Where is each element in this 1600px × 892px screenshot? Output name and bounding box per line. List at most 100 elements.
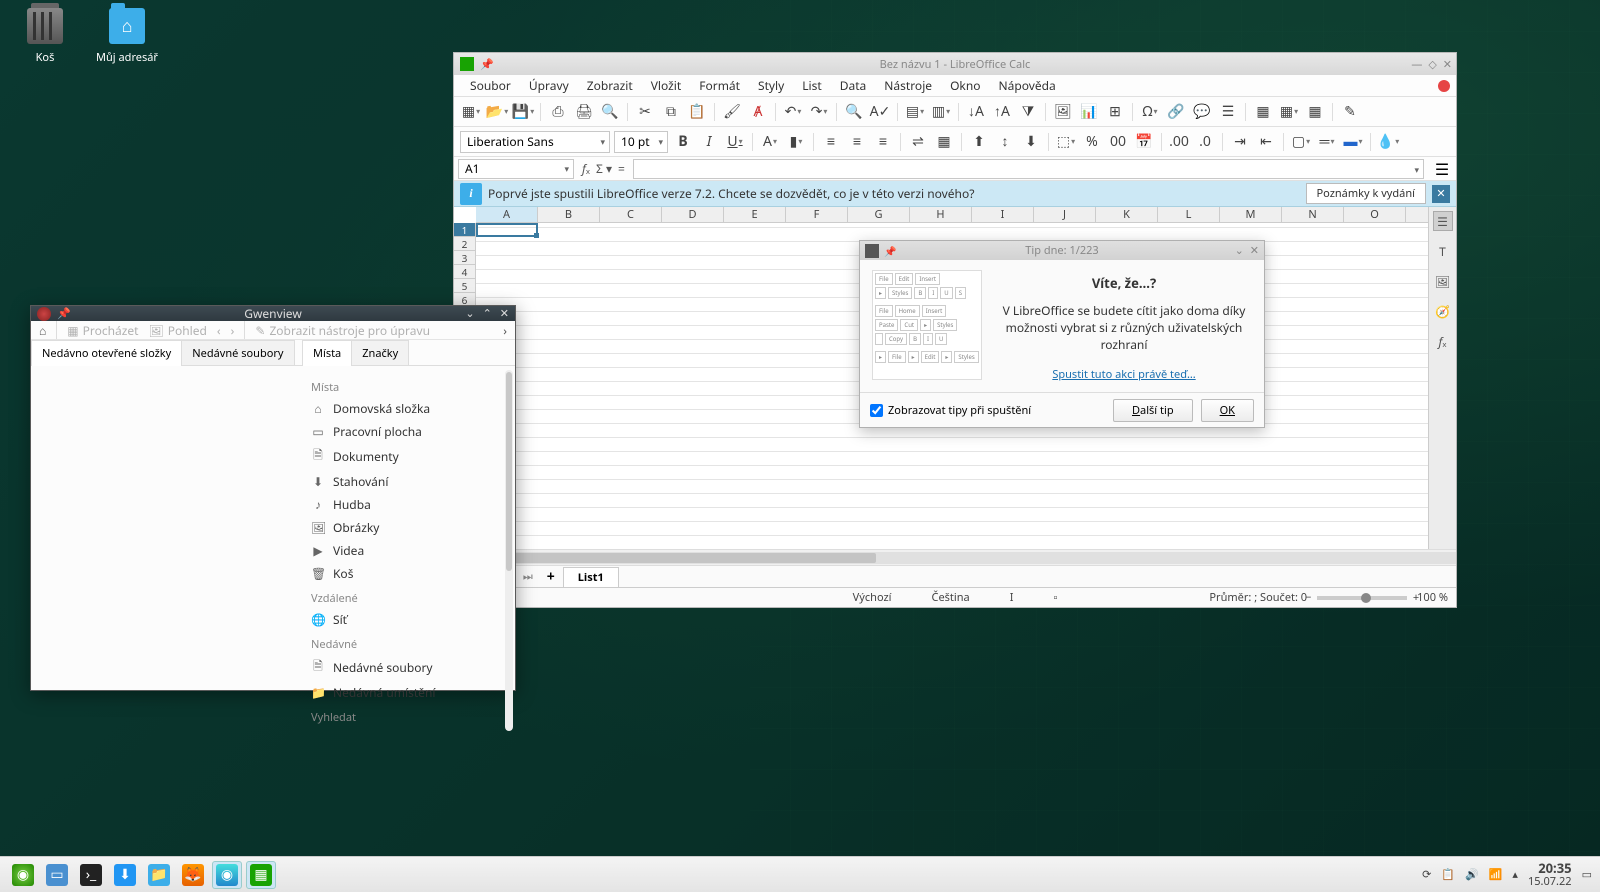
tip-action-link[interactable]: Spustit tuto akci právě teď…: [996, 367, 1252, 382]
menu-nastroje[interactable]: Nástroje: [876, 75, 940, 96]
pin-icon[interactable]: 📌: [480, 57, 494, 72]
currency-button[interactable]: 00: [1107, 131, 1129, 153]
tab-last-button[interactable]: ⏭: [517, 569, 539, 584]
col-C[interactable]: C: [600, 207, 662, 222]
sidebar-functions-icon[interactable]: fₓ: [1433, 331, 1453, 351]
minimize-button[interactable]: —: [1411, 57, 1422, 72]
zoom-value[interactable]: 100 %: [1417, 590, 1448, 605]
status-stats[interactable]: Průměr: ; Součet: 0: [1209, 590, 1307, 605]
place-recent-files[interactable]: 🗎Nedávné soubory: [311, 654, 505, 681]
cell-reference-box[interactable]: A1: [458, 159, 574, 179]
task-libreoffice-calc[interactable]: ▦: [246, 861, 276, 889]
paste-button[interactable]: 📋: [686, 101, 708, 123]
export-pdf-button[interactable]: ⎙: [547, 101, 569, 123]
font-name-combo[interactable]: Liberation Sans: [460, 131, 610, 153]
sidebar-styles-icon[interactable]: T: [1433, 241, 1453, 261]
selection-mode-icon[interactable]: ▫: [1053, 590, 1057, 605]
gwenview-minimize-button[interactable]: ⌄: [465, 306, 474, 321]
menu-styly[interactable]: Styly: [750, 75, 792, 96]
menu-okno[interactable]: Okno: [942, 75, 988, 96]
status-language[interactable]: Čeština: [932, 590, 970, 605]
sort-desc-button[interactable]: ↑A: [991, 101, 1013, 123]
show-tips-checkbox[interactable]: [870, 404, 883, 417]
save-button[interactable]: 💾: [512, 101, 534, 123]
view-button[interactable]: 🖼 Pohled: [148, 322, 206, 339]
menu-soubor[interactable]: Soubor: [462, 75, 519, 96]
show-tips-checkbox-label[interactable]: Zobrazovat tipy při spuštění: [870, 403, 1031, 418]
col-I[interactable]: I: [972, 207, 1034, 222]
spellcheck-button[interactable]: A✓: [869, 101, 891, 123]
place-recent-locations[interactable]: 📁Nedávná umístění: [311, 681, 505, 704]
merge-cells-button[interactable]: ▦: [933, 131, 955, 153]
menu-format[interactable]: Formát: [691, 75, 748, 96]
place-desktop[interactable]: ▭Pracovní plocha: [311, 420, 505, 443]
menu-vlozit[interactable]: Vložit: [643, 75, 690, 96]
sidebar-gallery-icon[interactable]: 🖼: [1433, 271, 1453, 291]
special-char-button[interactable]: Ω: [1139, 101, 1161, 123]
col-G[interactable]: G: [848, 207, 910, 222]
close-document-button[interactable]: [1438, 80, 1450, 92]
add-decimal-button[interactable]: .00: [1168, 131, 1190, 153]
highlight-color-button[interactable]: ▮: [785, 131, 807, 153]
desktop-icon-trash[interactable]: Koš: [10, 8, 80, 65]
taskbar-clock[interactable]: 20:35 15.07.22: [1528, 861, 1572, 887]
gwenview-scrollbar[interactable]: [505, 370, 513, 731]
close-infobar-button[interactable]: ✕: [1432, 185, 1450, 203]
task-firefox[interactable]: 🦊: [178, 861, 208, 889]
hyperlink-button[interactable]: 🔗: [1165, 101, 1187, 123]
font-color-button[interactable]: A: [759, 131, 781, 153]
row-1[interactable]: 1: [454, 223, 475, 237]
row-3[interactable]: 3: [454, 251, 475, 265]
conditional-format-button[interactable]: 💧: [1377, 131, 1399, 153]
comment-button[interactable]: 💬: [1191, 101, 1213, 123]
next-tip-button[interactable]: Další tip: [1113, 399, 1193, 422]
sidebar-navigator-icon[interactable]: 🧭: [1433, 301, 1453, 321]
place-music[interactable]: ♪Hudba: [311, 493, 505, 516]
draw-functions-button[interactable]: ✎: [1339, 101, 1361, 123]
browse-button[interactable]: ▦ Procházet: [67, 322, 138, 339]
place-pictures[interactable]: 🖼Obrázky: [311, 516, 505, 539]
sum-button[interactable]: Σ ▾: [596, 160, 612, 177]
pivot-button[interactable]: ⊞: [1104, 101, 1126, 123]
find-button[interactable]: 🔍: [843, 101, 865, 123]
menu-upravy[interactable]: Úpravy: [521, 75, 577, 96]
tray-peek-desktop[interactable]: ▭: [1582, 867, 1592, 882]
align-left-button[interactable]: ≡: [820, 131, 842, 153]
header-footer-button[interactable]: ☰: [1217, 101, 1239, 123]
gwenview-pin-icon[interactable]: 📌: [57, 306, 71, 321]
align-middle-button[interactable]: ↕: [994, 131, 1016, 153]
tray-network-icon[interactable]: 📶: [1489, 867, 1503, 882]
align-bottom-button[interactable]: ⬇: [1020, 131, 1042, 153]
sidebar-properties-icon[interactable]: ☰: [1433, 211, 1453, 231]
cut-button[interactable]: ✂: [634, 101, 656, 123]
wrap-text-button[interactable]: ⇌: [907, 131, 929, 153]
align-center-button[interactable]: ≡: [846, 131, 868, 153]
autofilter-button[interactable]: ⧩: [1017, 101, 1039, 123]
back-button[interactable]: ‹: [217, 322, 221, 339]
column-button[interactable]: ▥: [930, 101, 952, 123]
date-button[interactable]: 📅: [1133, 131, 1155, 153]
bold-button[interactable]: B: [672, 131, 694, 153]
decrease-indent-button[interactable]: ⇤: [1255, 131, 1277, 153]
status-pagestyle[interactable]: Výchozí: [853, 590, 892, 605]
place-downloads[interactable]: ⬇Stahování: [311, 470, 505, 493]
row-button[interactable]: ▤: [904, 101, 926, 123]
underline-button[interactable]: U: [724, 131, 746, 153]
col-H[interactable]: H: [910, 207, 972, 222]
open-button[interactable]: 📂: [486, 101, 508, 123]
number-format-button[interactable]: ⬚: [1055, 131, 1077, 153]
desktop-icon-home[interactable]: Můj adresář: [92, 8, 162, 65]
percent-button[interactable]: %: [1081, 131, 1103, 153]
tray-expand-icon[interactable]: ▴: [1512, 867, 1518, 882]
row-2[interactable]: 2: [454, 237, 475, 251]
place-videos[interactable]: ▶Videa: [311, 539, 505, 562]
tip-pin-icon[interactable]: 📌: [884, 244, 896, 258]
calc-titlebar[interactable]: 📌 Bez názvu 1 - LibreOffice Calc — ◇ ✕: [454, 53, 1456, 75]
formula-input[interactable]: [633, 159, 1424, 179]
gwenview-maximize-button[interactable]: ⌃: [483, 306, 492, 321]
tab-places[interactable]: Místa: [302, 340, 352, 365]
insert-image-button[interactable]: 🖼: [1052, 101, 1074, 123]
align-top-button[interactable]: ⬆: [968, 131, 990, 153]
insert-chart-button[interactable]: 📊: [1078, 101, 1100, 123]
col-N[interactable]: N: [1282, 207, 1344, 222]
